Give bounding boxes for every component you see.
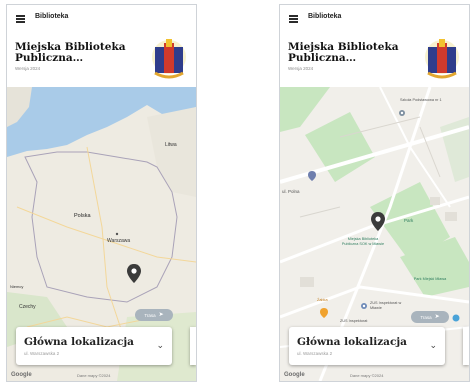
next-card-peek[interactable] — [463, 327, 469, 365]
next-card-peek[interactable] — [190, 327, 196, 365]
map-label-bottom-1: ZUS Inspektorat w Mławie — [370, 301, 402, 310]
map-terms[interactable]: Dane mapy ©2024 — [77, 373, 110, 378]
library-books-logo-icon — [152, 39, 186, 79]
app-title: Biblioteka — [308, 13, 342, 20]
arrow-right-icon: ➤ — [434, 314, 440, 320]
chevron-down-icon[interactable]: ⌄ — [156, 341, 164, 350]
app-title: Biblioteka — [35, 13, 69, 20]
app-bar: Biblioteka — [7, 5, 196, 31]
library-subtitle: Wersja 2024 — [288, 66, 314, 71]
map-label-bottom-2: ZUS Inspektorat — [340, 319, 368, 323]
library-name: Miejska Biblioteka Publiczna… — [288, 41, 399, 64]
location-card[interactable]: Główna lokalizacja ul. Warszawska 2 ⌄ — [289, 327, 445, 365]
map-label-library: Miejska Biblioteka Publiczna SOK w Mławi… — [341, 237, 385, 246]
directions-pill-button[interactable]: Trasa ➤ — [135, 309, 173, 321]
library-subtitle: Wersja 2024 — [15, 66, 41, 71]
map-label-park-top: Park — [404, 218, 414, 223]
phone-screen-right: Biblioteka Miejska Biblioteka Publiczna…… — [279, 4, 470, 382]
directions-pill-label: Trasa — [420, 314, 432, 320]
map-label-street-left: ul. Polna — [282, 189, 300, 194]
hamburger-menu-icon[interactable] — [289, 15, 298, 23]
arrow-right-icon: ➤ — [158, 312, 164, 318]
location-card[interactable]: Główna lokalizacja ul. Warszawska 2 ⌄ — [16, 327, 172, 365]
google-logo: Google — [11, 372, 32, 378]
map-label-neighbor-w: Niemcy — [10, 284, 24, 289]
map-terms[interactable]: Dane mapy ©2024 — [350, 373, 383, 378]
library-name: Miejska Biblioteka Publiczna… — [15, 41, 126, 64]
chevron-down-icon[interactable]: ⌄ — [429, 341, 437, 350]
google-logo: Google — [284, 372, 305, 378]
map-label-neighbor-ne: Litwa — [165, 142, 177, 148]
map-label-place-top: Szkoła Podstawowa nr 1 — [400, 98, 442, 102]
phone-screen-left: Biblioteka Miejska Biblioteka Publiczna…… — [6, 4, 197, 382]
map-label-country: Polska — [74, 213, 91, 219]
app-bar: Biblioteka — [280, 5, 469, 31]
map-label-neighbor-sw: Czechy — [19, 304, 36, 310]
map-label-city: Warszawa — [107, 238, 131, 244]
map-label-park-bottom: Park Miejski Mława — [413, 277, 447, 281]
hamburger-menu-icon[interactable] — [16, 15, 25, 23]
directions-pill-label: Trasa — [144, 312, 156, 318]
map-label-shop: Żabka — [317, 298, 328, 302]
location-card-title: Główna lokalizacja — [297, 336, 407, 348]
directions-pill-button[interactable]: Trasa ➤ — [411, 311, 449, 323]
library-books-logo-icon — [425, 39, 459, 79]
location-card-subtitle: ul. Warszawska 2 — [297, 351, 333, 356]
location-card-subtitle: ul. Warszawska 2 — [24, 351, 60, 356]
location-card-title: Główna lokalizacja — [24, 336, 134, 348]
